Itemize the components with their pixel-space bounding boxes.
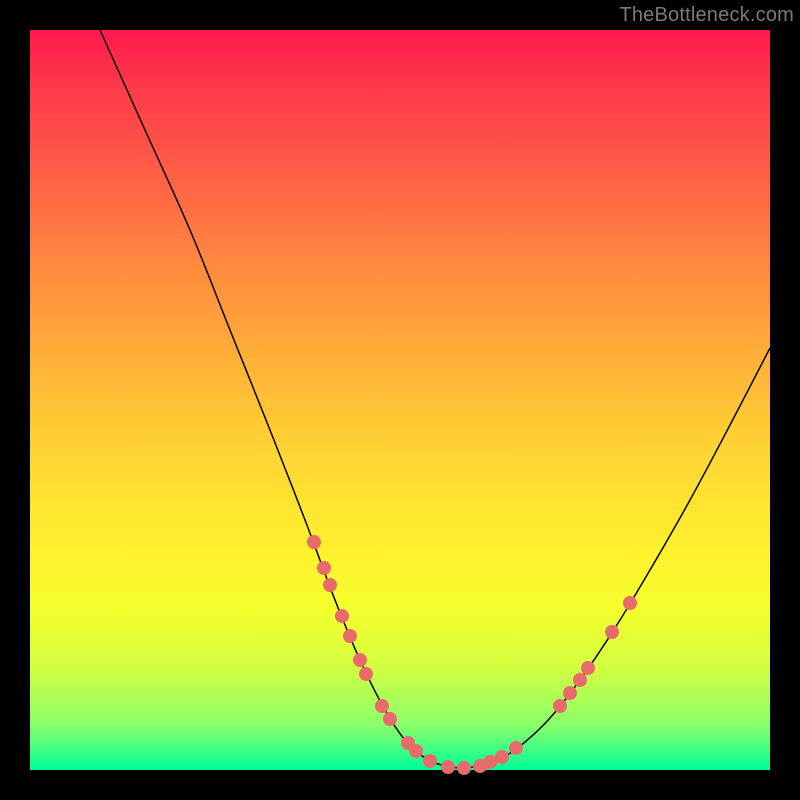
curve-marker — [509, 741, 523, 755]
curve-marker — [335, 609, 349, 623]
curve-marker — [317, 561, 331, 575]
curve-marker — [483, 755, 497, 769]
curve-marker — [307, 535, 321, 549]
curve-left-branch — [100, 30, 460, 768]
curve-marker — [383, 712, 397, 726]
curve-marker — [409, 744, 423, 758]
curve-marker — [495, 750, 509, 764]
curve-marker — [441, 760, 455, 774]
curve-marker — [423, 754, 437, 768]
watermark-text: TheBottleneck.com — [619, 4, 794, 27]
curve-marker — [553, 699, 567, 713]
curve-marker — [623, 596, 637, 610]
curve-markers — [307, 535, 637, 775]
curve-marker — [359, 667, 373, 681]
plot-area — [30, 30, 770, 770]
chart-frame: TheBottleneck.com — [0, 0, 800, 800]
curve-marker — [343, 629, 357, 643]
curve-marker — [581, 661, 595, 675]
curve-marker — [375, 699, 389, 713]
curve-marker — [563, 686, 577, 700]
curve-marker — [605, 625, 619, 639]
curve-right-branch — [460, 348, 770, 768]
curve-marker — [573, 673, 587, 687]
curve-marker — [457, 761, 471, 775]
curve-marker — [353, 653, 367, 667]
curve-marker — [323, 578, 337, 592]
curve-svg — [30, 30, 770, 770]
